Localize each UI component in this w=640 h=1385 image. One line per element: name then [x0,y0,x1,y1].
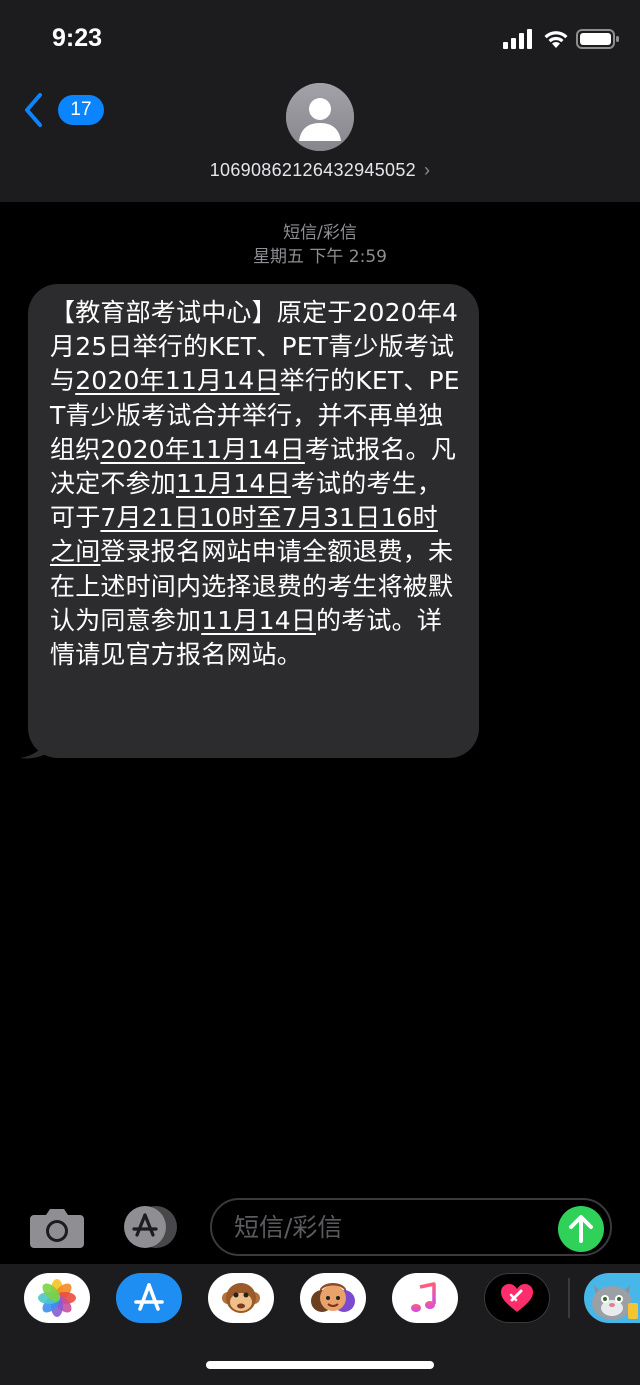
cellular-signal-icon [503,29,532,49]
wifi-icon [544,31,568,48]
app-store-app[interactable] [116,1273,182,1323]
status-time: 9:23 [52,24,103,52]
send-button[interactable] [558,1206,604,1252]
contact-number: 10690862126432945052 [209,160,416,180]
message-meta: 短信/彩信 星期五 下午 2:59 [0,221,640,269]
app-store-button[interactable] [118,1204,182,1250]
person-silhouette-icon [286,83,354,151]
messages-screen: 9:23 17 10690862126432945052 › 短信/彩信 星期五… [0,0,640,1385]
compose-bar [0,1192,640,1262]
heart-touch-icon [501,1284,533,1312]
date-link[interactable]: 2020年11月14日 [100,435,304,464]
message-timestamp: 星期五 下午 2:59 [253,247,387,267]
music-note-icon [411,1282,436,1312]
digital-touch-app[interactable] [484,1273,550,1323]
status-bar: 9:23 [0,0,640,80]
cat-face-icon [592,1285,638,1320]
contact-name-button[interactable]: 10690862126432945052 › [0,160,640,181]
memoji-faces-icon [311,1283,355,1312]
monkey-face-icon [222,1283,260,1313]
message-input[interactable] [210,1198,612,1256]
photos-icon [38,1279,76,1317]
chevron-right-icon: › [423,160,431,180]
service-label: 短信/彩信 [283,223,357,243]
music-app[interactable] [392,1273,458,1323]
date-link[interactable]: 2020年11月14日 [75,366,279,395]
date-link[interactable]: 11月14日 [176,469,291,498]
conversation-header: 9:23 17 10690862126432945052 › [0,0,640,202]
app-store-icon [134,1283,164,1311]
photos-app[interactable] [24,1273,90,1323]
battery-icon [576,29,619,49]
contact-avatar[interactable] [286,83,354,151]
date-link[interactable]: 11月14日 [201,606,316,635]
unread-count-badge: 17 [58,95,104,125]
drawer-divider [568,1278,570,1318]
chevron-left-icon [25,93,42,127]
incoming-message-bubble[interactable]: 【教育部考试中心】原定于2020年4月25日举行的KET、PET青少版考试与20… [28,284,479,758]
home-indicator[interactable] [206,1361,434,1369]
camera-icon [30,1209,84,1248]
memoji-app[interactable] [300,1273,366,1323]
send-arrow-icon [569,1215,593,1243]
app-store-icon [124,1206,177,1248]
animoji-app[interactable] [208,1273,274,1323]
camera-button[interactable] [30,1206,84,1248]
talking-tom-app[interactable] [584,1273,640,1323]
back-button[interactable]: 17 [18,92,104,130]
